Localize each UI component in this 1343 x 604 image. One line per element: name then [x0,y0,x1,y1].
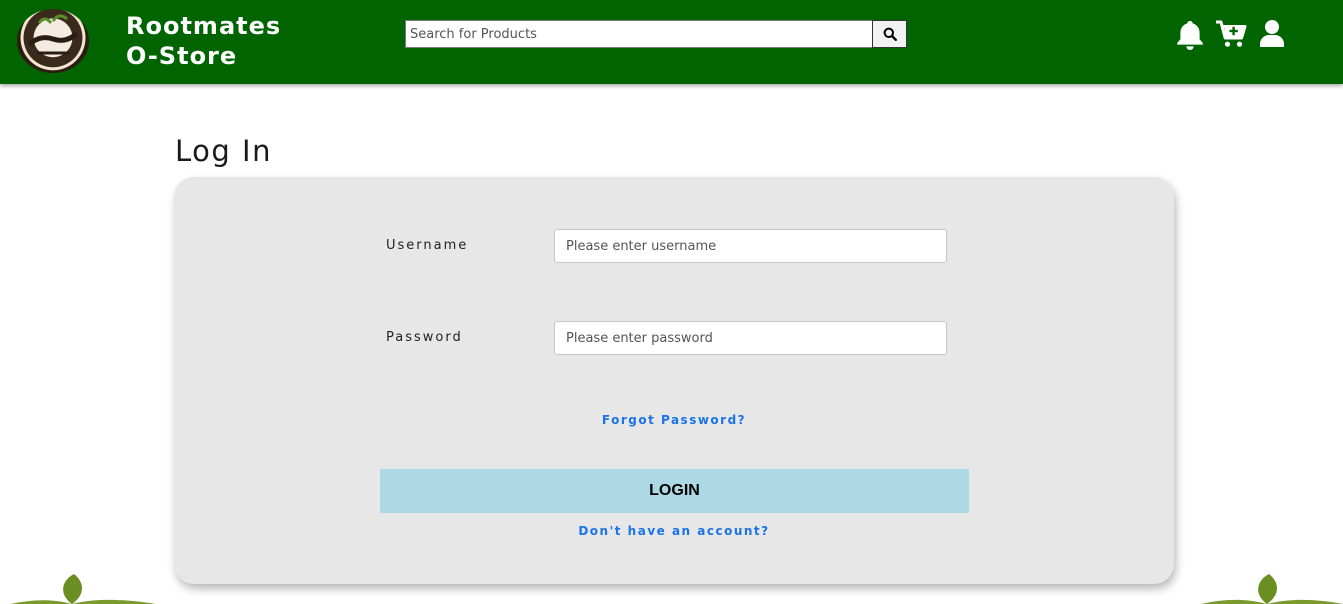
logo-emblem-icon [28,14,78,55]
store-logo[interactable] [17,9,89,73]
bell-icon[interactable] [1175,19,1205,51]
search-button[interactable] [872,20,907,48]
password-field[interactable] [554,321,947,355]
username-field[interactable] [554,229,947,263]
brand-name[interactable]: Rootmates O-Store [126,11,281,71]
login-card: Username Password Forgot Password? LOGIN… [174,177,1174,584]
user-icon[interactable] [1259,19,1285,49]
brand-line-2: O-Store [126,42,238,70]
page-title: Log In [175,134,272,168]
brand-line-1: Rootmates [126,12,282,40]
password-label: Password [386,330,463,345]
search-input[interactable] [405,20,873,48]
search-icon [883,27,897,41]
cart-plus-icon[interactable] [1215,19,1247,49]
leaf-decoration-right [1201,574,1343,604]
signup-link[interactable]: Don't have an account? [174,524,1174,538]
username-label: Username [386,238,469,253]
leaf-decoration-left [10,574,156,604]
navbar: Rootmates O-Store [0,0,1343,84]
search-bar [405,20,907,48]
forgot-password-link[interactable]: Forgot Password? [174,413,1174,427]
login-button[interactable]: LOGIN [380,469,969,513]
